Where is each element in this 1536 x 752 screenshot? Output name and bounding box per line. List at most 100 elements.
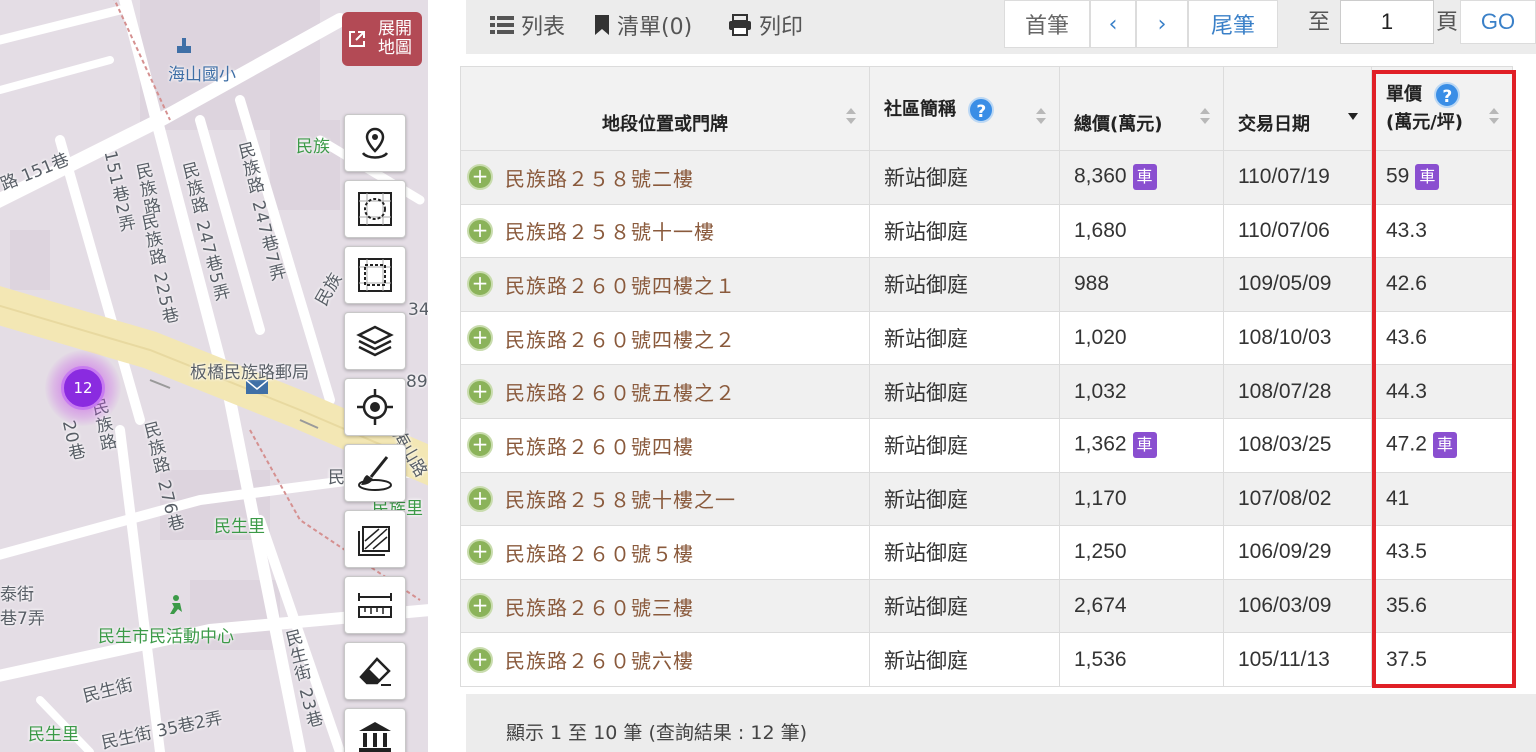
cell-total-price: 1,362 車: [1059, 417, 1224, 473]
sort-icon[interactable]: [1199, 107, 1211, 125]
table-row[interactable]: + 民族路２６０號三樓 新站御庭 2,674 106/03/09 35.6: [460, 578, 1513, 634]
next-page-button[interactable]: ›: [1136, 0, 1188, 48]
cell-total-price: 1,250: [1059, 525, 1224, 580]
total-price-value: 1,170: [1074, 486, 1127, 510]
community-help-icon[interactable]: ?: [968, 96, 995, 123]
sort-icon[interactable]: [845, 107, 857, 125]
table-row[interactable]: + 民族路２５８號十一樓 新站御庭 1,680 110/07/06 43.3: [460, 203, 1513, 259]
table-row[interactable]: + 民族路２６０號六樓 新站御庭 1,536 105/11/13 37.5: [460, 632, 1513, 687]
list-view-label: 列表: [521, 15, 566, 40]
map-tool-ruler[interactable]: [344, 576, 406, 634]
expand-row-icon[interactable]: +: [467, 325, 493, 352]
expand-row-icon[interactable]: +: [467, 432, 493, 459]
address-link[interactable]: 民族路２５８號二樓: [505, 167, 694, 191]
table-row[interactable]: + 民族路２５８號二樓 新站御庭 8,360 車 110/07/19 59 車: [460, 150, 1513, 205]
map-tool-locate[interactable]: [344, 378, 406, 436]
map-tool-area[interactable]: [344, 510, 406, 568]
table-row[interactable]: + 民族路２６０號四樓之２ 新站御庭 1,020 108/10/03 43.6: [460, 310, 1513, 366]
total-price-value: 1,680: [1074, 218, 1127, 242]
cell-trade-date: 106/09/29: [1223, 525, 1372, 580]
address-link[interactable]: 民族路２６０號四樓: [505, 435, 694, 459]
table-row[interactable]: + 民族路２６０號四樓 新站御庭 1,362 車 108/03/25 47.2 車: [460, 417, 1513, 473]
address-link[interactable]: 民族路２６０號四樓之２: [505, 328, 736, 352]
go-button[interactable]: GO: [1460, 0, 1536, 44]
cell-total-price: 1,536: [1059, 632, 1224, 687]
print-button[interactable]: 列印: [728, 10, 803, 40]
prev-page-button[interactable]: ‹: [1090, 0, 1136, 48]
cell-community: 新站御庭: [869, 417, 1060, 473]
map-tool-rect-select[interactable]: [344, 246, 406, 304]
map-toolbar: [344, 114, 406, 752]
expand-map-label: 展開地圖: [378, 19, 412, 58]
transactions-table-wrap: 地段位置或門牌 社區簡稱 ? 總價(萬元) 交易日期 單價 ? (萬元/坪) +…: [460, 66, 1513, 687]
printer-icon: [729, 14, 751, 36]
sort-icon[interactable]: [1488, 107, 1500, 125]
sort-icon[interactable]: [1035, 107, 1047, 125]
expand-row-icon[interactable]: +: [467, 378, 493, 405]
address-link[interactable]: 民族路２６０號四樓之１: [505, 274, 736, 298]
community-name: 新站御庭: [884, 273, 968, 298]
address-link[interactable]: 民族路２５８號十一樓: [505, 220, 715, 244]
address-link[interactable]: 民族路２５８號十樓之一: [505, 488, 736, 512]
address-link[interactable]: 民族路２６０號５樓: [505, 542, 694, 566]
trade-date-value: 107/08/02: [1238, 486, 1332, 510]
header-address[interactable]: 地段位置或門牌: [460, 66, 870, 151]
expand-row-icon[interactable]: +: [467, 646, 493, 673]
header-unit-price-unit: (萬元/坪): [1386, 111, 1464, 133]
cell-unit-price: 43.6: [1371, 310, 1513, 366]
expand-row-icon[interactable]: +: [467, 217, 493, 244]
goto-suffix-label: 頁: [1436, 10, 1459, 35]
unit-price-help-icon[interactable]: ?: [1434, 81, 1461, 108]
cluster-count[interactable]: 12: [61, 366, 105, 410]
address-link[interactable]: 民族路２６０號六樓: [505, 649, 694, 673]
trade-date-value: 106/03/09: [1238, 594, 1332, 618]
sort-desc-icon[interactable]: [1347, 107, 1359, 125]
cell-address: + 民族路２６０號四樓: [460, 417, 870, 473]
table-row[interactable]: + 民族路２５８號十樓之一 新站御庭 1,170 107/08/02 41: [460, 471, 1513, 527]
table-row[interactable]: + 民族路２６０號５樓 新站御庭 1,250 106/09/29 43.5: [460, 525, 1513, 580]
page-number-input[interactable]: [1340, 0, 1434, 44]
address-link[interactable]: 民族路２６０號三樓: [505, 596, 694, 620]
expand-map-button[interactable]: 展開地圖: [342, 12, 422, 66]
header-unit-price[interactable]: 單價 ? (萬元/坪): [1371, 66, 1513, 151]
cell-address: + 民族路２６０號三樓: [460, 578, 870, 634]
map-tool-eraser[interactable]: [344, 642, 406, 700]
header-trade-date[interactable]: 交易日期: [1223, 66, 1372, 151]
table-row[interactable]: + 民族路２６０號五樓之２ 新站御庭 1,032 108/07/28 44.3: [460, 364, 1513, 419]
map-tool-location-pin[interactable]: [344, 114, 406, 172]
total-price-value: 8,360: [1074, 164, 1127, 188]
address-link[interactable]: 民族路２６０號五樓之２: [505, 381, 736, 405]
cell-address: + 民族路２６０號四樓之１: [460, 257, 870, 312]
bookmark-list-button[interactable]: 清單(0): [594, 10, 692, 40]
unit-price-value: 47.2: [1386, 432, 1427, 456]
map-tool-circle-select[interactable]: [344, 180, 406, 238]
first-page-button[interactable]: 首筆: [1004, 0, 1090, 48]
expand-row-icon[interactable]: +: [467, 164, 493, 191]
header-community[interactable]: 社區簡稱 ?: [869, 66, 1060, 151]
map-label-minsheng-li-bottom: 民生里: [28, 725, 79, 745]
unit-price-value: 41: [1386, 486, 1410, 510]
map-cluster-marker[interactable]: 12: [45, 350, 121, 426]
map-label-minsheng-li: 民生里: [214, 517, 265, 537]
expand-row-icon[interactable]: +: [467, 485, 493, 512]
cell-total-price: 2,674: [1059, 578, 1224, 634]
map-tool-layers[interactable]: [344, 312, 406, 370]
list-view-button[interactable]: 列表: [490, 10, 565, 40]
cell-trade-date: 108/10/03: [1223, 310, 1372, 366]
expand-row-icon[interactable]: +: [467, 271, 493, 298]
bank-building-icon: [359, 722, 391, 752]
expand-row-icon[interactable]: +: [467, 593, 493, 620]
map-tool-landmark[interactable]: [344, 708, 406, 752]
map-panel[interactable]: 海山國小 民族 路 151巷 151巷2弄 民族路 民族路 225巷 民族路 2…: [0, 0, 428, 752]
total-price-value: 1,536: [1074, 647, 1127, 671]
cell-unit-price: 44.3: [1371, 364, 1513, 419]
cell-address: + 民族路２５８號二樓: [460, 150, 870, 205]
header-total-price[interactable]: 總價(萬元): [1059, 66, 1224, 151]
cell-total-price: 1,020: [1059, 310, 1224, 366]
table-row[interactable]: + 民族路２６０號四樓之１ 新站御庭 988 109/05/09 42.6: [460, 257, 1513, 312]
map-label-num-89: 89: [406, 372, 428, 392]
last-page-button[interactable]: 尾筆: [1188, 0, 1278, 48]
expand-row-icon[interactable]: +: [467, 539, 493, 566]
parking-badge: 車: [1132, 164, 1157, 191]
map-tool-draw[interactable]: [344, 444, 406, 502]
